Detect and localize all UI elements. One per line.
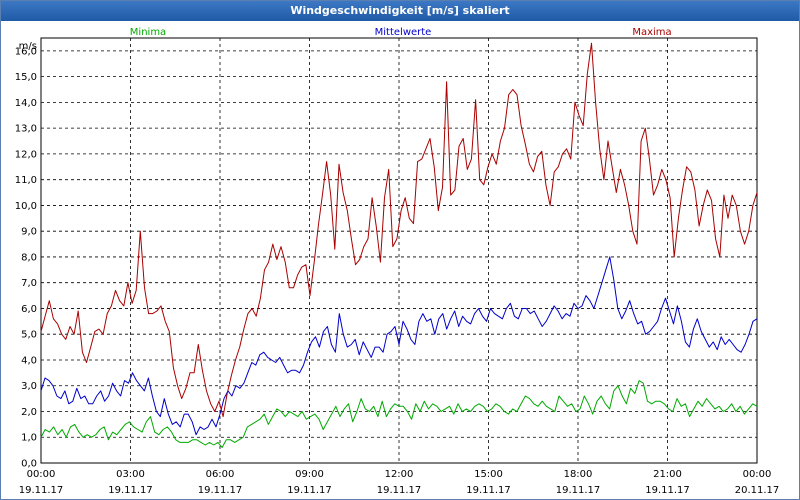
wind-speed-chart: 0,0 1,0 2,0 3,0 4,0 5,0 6,0 7,0 8,0 9,0 10,0 11,0 12…	[15, 27, 780, 496]
y-tick-label: 13,0	[15, 124, 37, 135]
y-tick-label: 4,0	[21, 355, 37, 366]
y-tick-label: 15,0	[15, 72, 37, 83]
y-tick-label: 5,0	[21, 330, 37, 341]
axes: 0,0 1,0 2,0 3,0 4,0 5,0 6,0 7,0 8,0 9,0 10,0 11,0 12…	[15, 41, 780, 496]
x-tick-time-label: 00:00	[27, 469, 56, 480]
y-tick-label: 14,0	[15, 98, 37, 109]
legend-mittelwerte: Mittelwerte	[375, 27, 432, 38]
grid	[41, 38, 757, 463]
y-tick-label: 11,0	[15, 175, 37, 186]
x-tick-date-label: 19.11.17	[108, 485, 153, 496]
chart-window: Windgeschwindigkeit [m/s] skaliert 0,0 1,…	[0, 0, 800, 500]
y-tick-label: 2,0	[21, 407, 37, 418]
legend-minima: Minima	[130, 27, 166, 38]
y-tick-label: 1,0	[21, 433, 37, 444]
x-tick-time-label: 00:00	[743, 469, 772, 480]
x-tick-time-label: 03:00	[116, 469, 145, 480]
x-tick-date-label: 19.11.17	[287, 485, 332, 496]
y-axis-label: m/s	[19, 41, 37, 52]
x-tick-time-label: 21:00	[653, 469, 682, 480]
x-tick-date-label: 19.11.17	[645, 485, 690, 496]
legend: Minima Mittelwerte Maxima	[130, 27, 672, 38]
x-tick-time-label: 12:00	[385, 469, 414, 480]
y-tick-label: 12,0	[15, 149, 37, 160]
y-tick-label: 0,0	[21, 459, 37, 470]
x-tick-date-label: 19.11.17	[377, 485, 422, 496]
y-tick-label: 8,0	[21, 252, 37, 263]
x-tick-date-label: 19.11.17	[466, 485, 511, 496]
x-tick-date-label: 19.11.17	[19, 485, 64, 496]
x-tick-time-label: 18:00	[564, 469, 593, 480]
legend-maxima: Maxima	[632, 27, 671, 38]
x-tick-date-label: 19.11.17	[198, 485, 243, 496]
x-tick-time-label: 15:00	[474, 469, 503, 480]
y-tick-label: 10,0	[15, 201, 37, 212]
x-tick-date-label: 20.11.17	[735, 485, 780, 496]
x-tick-time-label: 06:00	[206, 469, 235, 480]
y-tick-label: 9,0	[21, 227, 37, 238]
y-tick-label: 6,0	[21, 304, 37, 315]
y-tick-label: 3,0	[21, 381, 37, 392]
x-tick-date-label: 19.11.17	[556, 485, 601, 496]
x-tick-time-label: 09:00	[295, 469, 324, 480]
y-tick-label: 7,0	[21, 278, 37, 289]
